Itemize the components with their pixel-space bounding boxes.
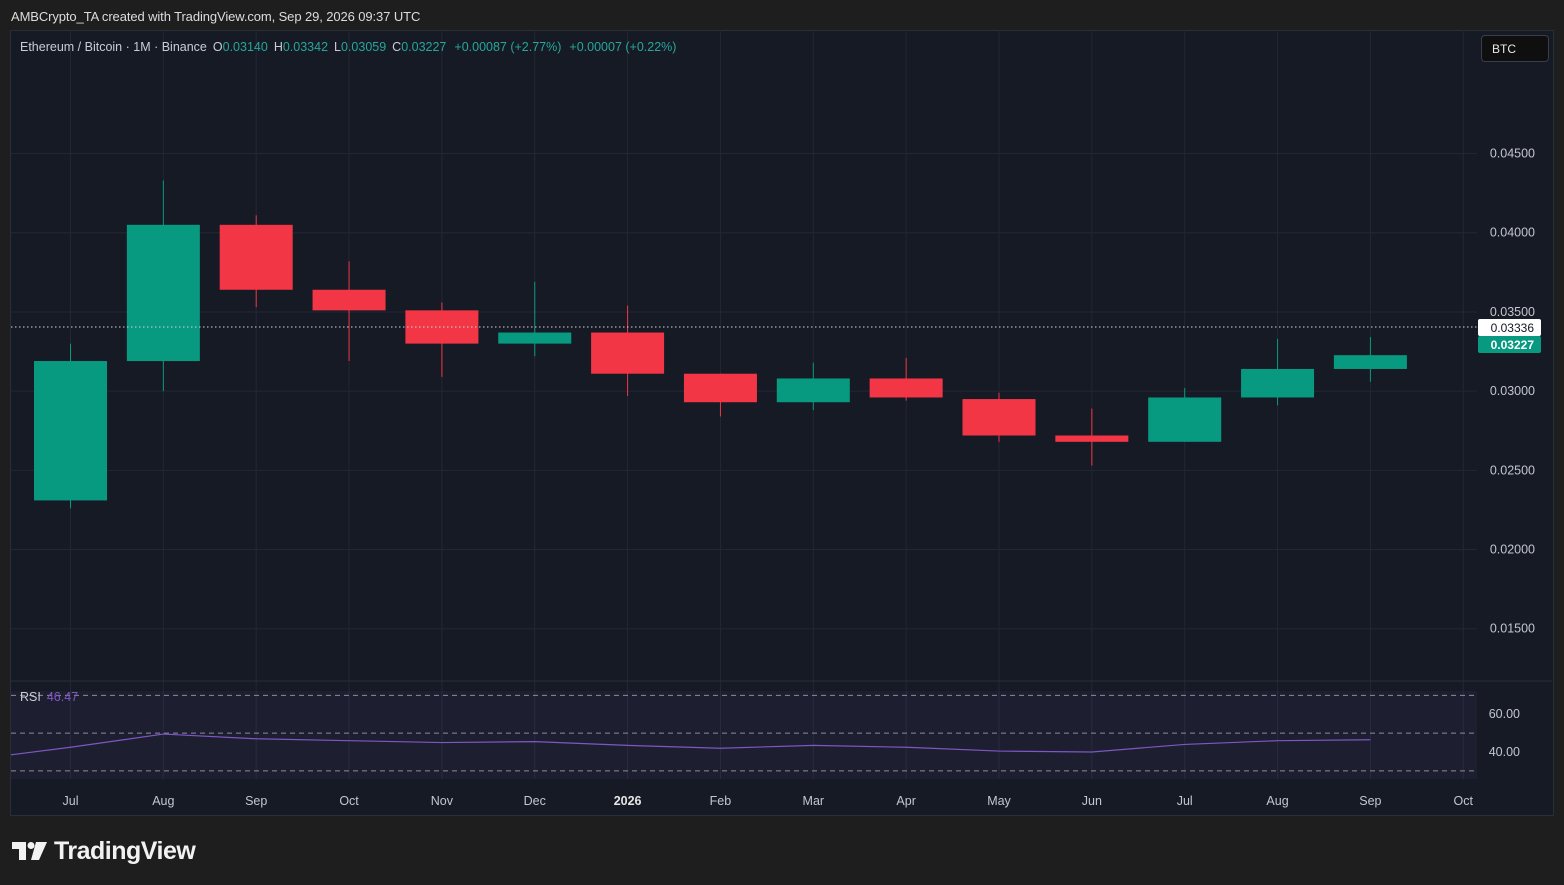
candle-body (219, 224, 293, 290)
candle (312, 261, 386, 362)
legend-high: 0.03342 (282, 40, 329, 54)
legend-open-label: O (212, 40, 223, 54)
candle (591, 305, 665, 396)
candle-body (1055, 435, 1129, 442)
rsi-band (11, 691, 1477, 779)
candle (34, 343, 107, 509)
price-tick-label: 0.04500 (1490, 147, 1535, 161)
chart-legend[interactable]: Ethereum / Bitcoin · 1M · Binance O0.0314… (20, 40, 676, 54)
grid-lines (11, 30, 1477, 779)
rsi-title: RSI (20, 690, 41, 704)
candle-body (591, 332, 665, 374)
time-tick-label: Aug (1266, 794, 1288, 808)
candle-body (962, 399, 1036, 436)
legend-low-label: L (334, 40, 341, 54)
last-price-label: 0.03227 (1478, 336, 1541, 353)
last-price-text: 0.03227 (1491, 338, 1535, 352)
rsi-tick-label: 40.00 (1489, 745, 1520, 759)
rsi-axis: 60.00 40.00 (1489, 707, 1520, 759)
candle-body (34, 361, 107, 501)
candle-body (1148, 397, 1222, 442)
candle-body (126, 224, 200, 362)
price-tick-label: 0.01500 (1490, 622, 1535, 636)
legend-change-secondary: +0.00007 (+0.22%) (569, 40, 677, 54)
price-tick-label: 0.04000 (1490, 226, 1535, 240)
candle (776, 362, 850, 411)
time-tick-label: Sep (1359, 794, 1381, 808)
time-tick-label: Aug (152, 794, 174, 808)
crosshair-price-label: 0.03336 (1478, 319, 1541, 336)
legend-close-label: C (392, 40, 402, 54)
legend-close: 0.03227 (401, 40, 447, 54)
rsi-legend[interactable]: RSI 46.47 (20, 690, 78, 704)
candle (962, 392, 1036, 442)
time-tick-label: Dec (524, 794, 546, 808)
price-tick-label: 0.02500 (1490, 463, 1535, 477)
time-tick-label: Sep (245, 794, 267, 808)
legend-change: +0.00087 (+2.77%) (454, 40, 562, 54)
time-tick-label: Nov (431, 794, 454, 808)
time-tick-label: Jul (1177, 794, 1193, 808)
candle-body (1241, 368, 1315, 398)
rsi-value: 46.47 (46, 690, 79, 704)
candle-body (1333, 355, 1407, 369)
price-axis: 0.04500 0.04000 0.03500 0.03000 0.02500 0.020… (1490, 147, 1535, 636)
candle-body (776, 378, 850, 403)
time-tick-label: Feb (710, 794, 732, 808)
candle-body (869, 378, 943, 398)
legend-high-label: H (273, 40, 283, 54)
time-tick-label: Oct (339, 794, 359, 808)
time-tick-label: Mar (803, 794, 825, 808)
legend-symbol[interactable]: Ethereum / Bitcoin · 1M · Binance (20, 40, 207, 54)
candle (498, 281, 572, 357)
time-tick-label: May (987, 794, 1011, 808)
price-tick-label: 0.03000 (1490, 384, 1535, 398)
candle (219, 215, 293, 308)
candle-body (683, 373, 757, 403)
legend-low: 0.03059 (340, 40, 387, 54)
crosshair-price-text: 0.03336 (1491, 321, 1535, 335)
time-axis: Jul Aug Sep Oct Nov Dec 2026 Feb Mar Apr May Jun Jul… (63, 794, 1474, 808)
candle (683, 373, 757, 417)
candle (869, 357, 943, 401)
candle (405, 302, 479, 377)
candle (1055, 408, 1129, 466)
time-tick-label: Oct (1454, 794, 1474, 808)
rsi-tick-label: 60.00 (1489, 707, 1520, 721)
price-tick-label: 0.02000 (1490, 543, 1535, 557)
tradingview-logo-icon (12, 842, 47, 860)
candle (1241, 338, 1315, 406)
chart-canvas[interactable]: 0.04500 0.04000 0.03500 0.03000 0.02500 0.020… (0, 0, 1564, 885)
candle-body (312, 289, 386, 311)
time-tick-label: Jun (1082, 794, 1102, 808)
time-tick-label: Apr (896, 794, 915, 808)
currency-button[interactable]: BTC (1481, 35, 1549, 62)
tradingview-brand[interactable]: TradingView (12, 836, 196, 866)
brand-name: TradingView (54, 836, 196, 865)
price-tick-label: 0.03500 (1490, 305, 1535, 319)
legend-open: 0.03140 (222, 40, 268, 54)
candle (126, 180, 200, 392)
candle (1148, 387, 1222, 442)
candle-body (498, 332, 572, 344)
time-tick-label: Jul (63, 794, 79, 808)
candle (1333, 336, 1407, 382)
time-tick-label: 2026 (614, 794, 642, 808)
